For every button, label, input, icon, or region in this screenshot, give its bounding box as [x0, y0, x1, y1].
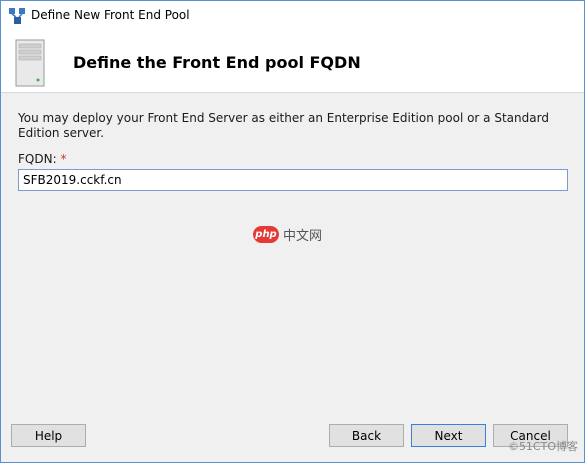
- wizard-content: You may deploy your Front End Server as …: [1, 93, 584, 413]
- back-button[interactable]: Back: [329, 424, 404, 447]
- dialog-window: Define New Front End Pool Define the Fro…: [0, 0, 585, 463]
- wizard-header: Define the Front End pool FQDN: [1, 31, 584, 93]
- page-title: Define the Front End pool FQDN: [73, 53, 361, 72]
- fqdn-input[interactable]: [18, 169, 568, 191]
- server-icon: [15, 39, 45, 87]
- next-button[interactable]: Next: [411, 424, 486, 447]
- required-marker: *: [60, 152, 67, 166]
- php-logo: php: [253, 226, 279, 243]
- title-bar: Define New Front End Pool: [1, 1, 584, 31]
- button-bar: Help Back Next Cancel: [1, 413, 584, 462]
- description-text: You may deploy your Front End Server as …: [18, 111, 549, 140]
- fqdn-label: FQDN: *: [18, 152, 66, 166]
- fqdn-label-text: FQDN:: [18, 152, 57, 166]
- help-button[interactable]: Help: [11, 424, 86, 447]
- watermark-text: 中文网: [283, 229, 323, 244]
- watermark: php 中文网: [253, 225, 322, 244]
- window-title: Define New Front End Pool: [31, 8, 190, 22]
- topology-builder-icon: [9, 8, 25, 24]
- corner-watermark: ©51CTO博客: [507, 440, 578, 453]
